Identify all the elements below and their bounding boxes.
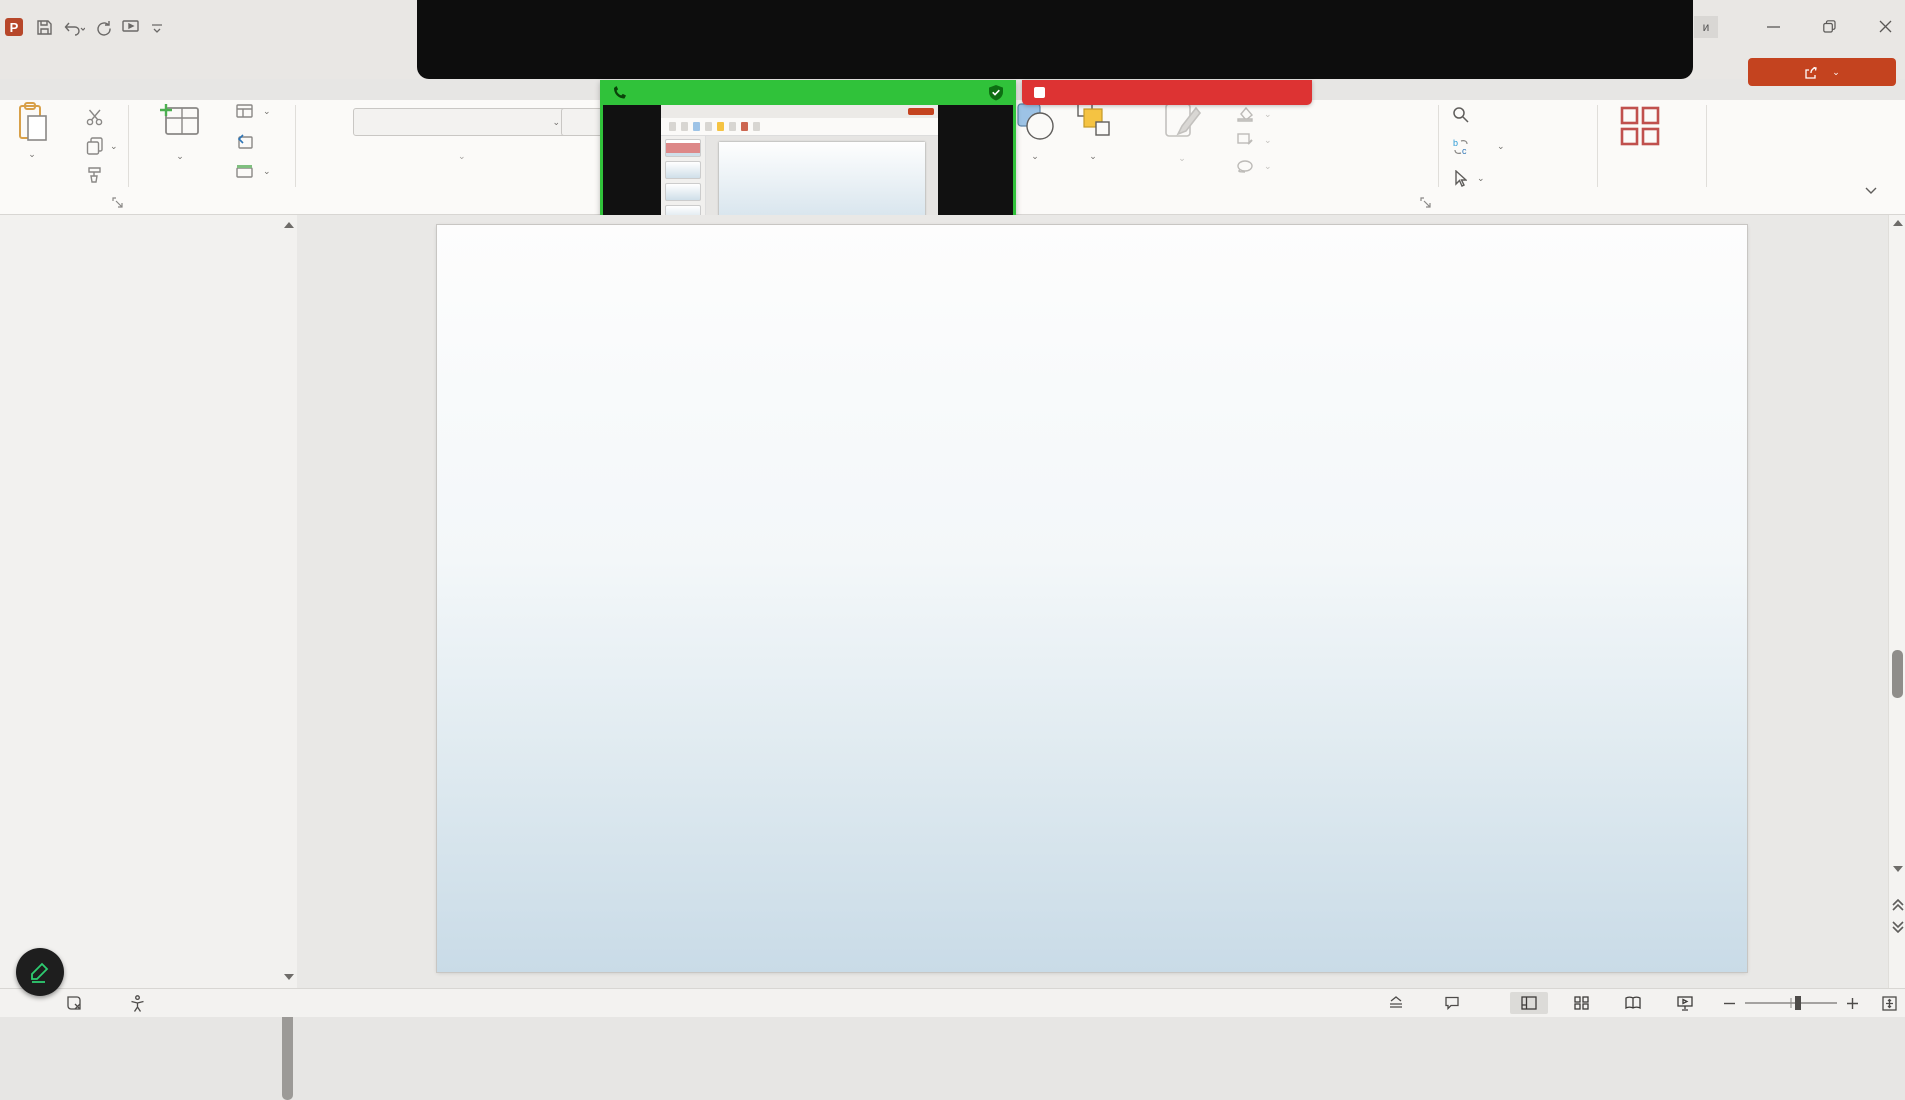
shield-check-icon — [988, 84, 1004, 101]
save-icon[interactable] — [36, 19, 53, 36]
partially-hidden-ribbon-button: и — [1694, 16, 1718, 38]
arrange-button[interactable]: ⌄ — [1070, 100, 1116, 161]
font-name-combobox[interactable]: ⌄ — [353, 108, 567, 136]
start-slideshow-icon[interactable] — [122, 19, 140, 35]
paste-button[interactable]: ⌄ — [14, 102, 50, 159]
zoom-in-icon[interactable] — [1847, 998, 1858, 1009]
dialog-launcher-icon[interactable] — [1420, 197, 1431, 208]
collapse-ribbon-icon[interactable] — [1864, 186, 1878, 196]
reset-slide-button[interactable] — [236, 134, 258, 149]
new-slide-label-2: ⌄ — [176, 148, 184, 162]
slide-editing-area — [297, 215, 1888, 988]
cut-icon[interactable] — [86, 108, 104, 126]
svg-text:b: b — [1453, 138, 1458, 148]
powerpoint-logo: P — [4, 16, 26, 38]
close-icon[interactable] — [1871, 14, 1899, 38]
mini-ribbon — [661, 118, 938, 136]
scroll-down-icon[interactable] — [283, 973, 295, 981]
undo-icon[interactable] — [63, 19, 85, 36]
svg-text:P: P — [10, 20, 19, 35]
screen-share-banner-header — [600, 80, 1016, 105]
pencil-icon — [29, 961, 51, 983]
comments-button[interactable] — [1444, 996, 1466, 1010]
shape-outline-button[interactable]: ⌄ — [1236, 132, 1272, 148]
layout-button[interactable]: ⌄ — [236, 104, 271, 118]
shape-fill-button[interactable]: ⌄ — [1236, 106, 1272, 122]
zoom-slider[interactable] — [1745, 995, 1837, 1011]
new-slide-button[interactable]: ⌄ — [158, 102, 202, 162]
chevron-down-icon: ⌄ — [1832, 68, 1840, 77]
zoom-annotation-button[interactable] — [16, 948, 64, 996]
chevron-down-icon[interactable]: ⌄ — [110, 142, 118, 151]
copy-icon[interactable] — [86, 137, 104, 155]
redo-icon[interactable] — [95, 19, 112, 36]
zoom-meeting-toolbar — [417, 0, 1693, 79]
mini-titlebar — [661, 105, 938, 118]
vertical-scrollbar — [1888, 215, 1905, 988]
scroll-up-icon[interactable] — [283, 221, 295, 229]
stop-icon — [1034, 87, 1045, 98]
phone-icon — [612, 85, 627, 100]
section-button[interactable]: ⌄ — [236, 164, 271, 178]
normal-view-button[interactable] — [1510, 992, 1548, 1014]
slide-sorter-view-button[interactable] — [1562, 992, 1600, 1014]
replace-button[interactable]: bc ⌄ — [1452, 138, 1505, 155]
dialog-launcher-icon[interactable] — [112, 197, 123, 208]
svg-text:c: c — [1462, 146, 1467, 155]
chevron-down-icon: ⌄ — [28, 150, 36, 159]
quick-access-toolbar: P — [4, 16, 164, 38]
slide-thumbnail-panel — [0, 215, 298, 988]
fit-to-window-icon[interactable] — [1882, 996, 1897, 1011]
current-slide[interactable] — [437, 225, 1747, 972]
quick-styles-label-2: ⌄ — [1178, 150, 1186, 164]
status-bar — [0, 988, 1905, 1017]
share-access-button[interactable]: ⌄ — [1748, 58, 1896, 86]
stop-share-button[interactable] — [1022, 80, 1312, 105]
shape-effects-button[interactable]: ⌄ — [1236, 158, 1272, 174]
previous-slide-icon[interactable] — [1890, 899, 1905, 911]
notes-button[interactable] — [1388, 996, 1410, 1010]
zoom-out-icon[interactable] — [1724, 998, 1735, 1009]
chevron-down-icon[interactable]: ⌄ — [1497, 142, 1505, 151]
find-button[interactable] — [1452, 106, 1474, 123]
slideshow-view-button[interactable] — [1666, 992, 1704, 1014]
reading-view-button[interactable] — [1614, 992, 1652, 1014]
window-controls — [1759, 14, 1899, 38]
restore-icon[interactable] — [1815, 14, 1843, 38]
mini-share-button — [908, 108, 934, 115]
spellcheck-icon[interactable] — [66, 995, 84, 1011]
customize-qat-icon[interactable] — [150, 20, 164, 34]
next-slide-icon[interactable] — [1890, 921, 1905, 933]
format-painter-icon[interactable] — [86, 166, 104, 184]
chevron-down-icon[interactable]: ⌄ — [458, 152, 466, 161]
scroll-up-icon[interactable] — [1890, 219, 1905, 227]
shapes-button[interactable]: ⌄ — [1012, 100, 1058, 161]
scrollbar-thumb[interactable] — [1892, 650, 1903, 698]
share-icon — [1804, 66, 1818, 79]
quick-styles-button[interactable]: ⌄ — [1160, 100, 1204, 164]
select-button[interactable]: ⌄ — [1452, 170, 1485, 187]
minimize-icon[interactable] — [1759, 14, 1787, 38]
addins-button[interactable] — [1616, 102, 1664, 153]
font-format-row: ⌄ — [356, 152, 497, 161]
scroll-down-icon[interactable] — [1890, 865, 1905, 873]
accessibility-icon[interactable] — [130, 995, 145, 1012]
